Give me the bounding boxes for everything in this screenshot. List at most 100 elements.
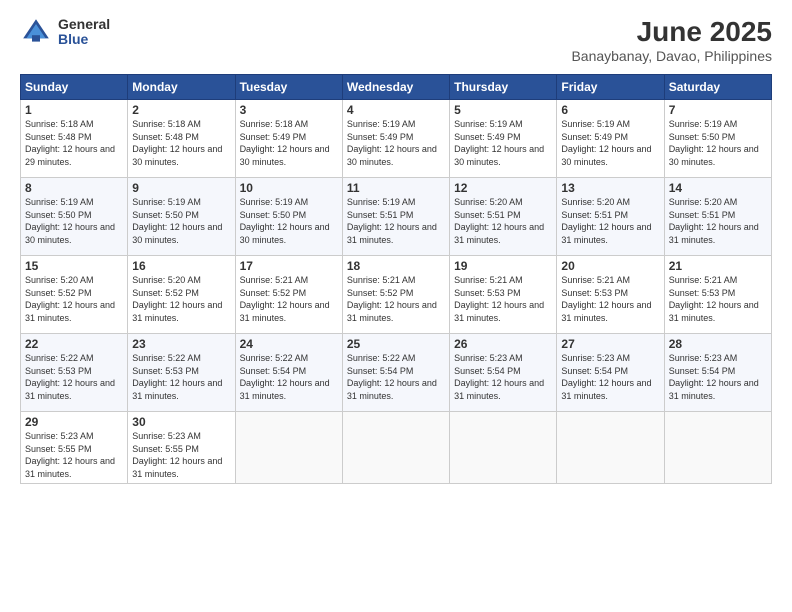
day-info: Sunrise: 5:23 AMSunset: 5:55 PMDaylight:… [25,430,123,480]
day-info: Sunrise: 5:20 AMSunset: 5:51 PMDaylight:… [454,196,552,246]
calendar-week-3: 15 Sunrise: 5:20 AMSunset: 5:52 PMDaylig… [21,256,772,334]
calendar-cell [557,412,664,484]
calendar-cell: 19 Sunrise: 5:21 AMSunset: 5:53 PMDaylig… [450,256,557,334]
calendar-table: Sunday Monday Tuesday Wednesday Thursday… [20,74,772,484]
calendar-cell: 13 Sunrise: 5:20 AMSunset: 5:51 PMDaylig… [557,178,664,256]
title-block: June 2025 Banaybanay, Davao, Philippines [571,16,772,64]
day-number: 16 [132,259,230,273]
day-number: 8 [25,181,123,195]
day-number: 3 [240,103,338,117]
header-row: Sunday Monday Tuesday Wednesday Thursday… [21,75,772,100]
page: General Blue June 2025 Banaybanay, Davao… [0,0,792,612]
logo-icon [20,16,52,48]
calendar-cell: 27 Sunrise: 5:23 AMSunset: 5:54 PMDaylig… [557,334,664,412]
day-number: 12 [454,181,552,195]
day-info: Sunrise: 5:22 AMSunset: 5:53 PMDaylight:… [25,352,123,402]
day-info: Sunrise: 5:18 AMSunset: 5:49 PMDaylight:… [240,118,338,168]
calendar-cell [235,412,342,484]
day-info: Sunrise: 5:21 AMSunset: 5:52 PMDaylight:… [240,274,338,324]
calendar-cell: 28 Sunrise: 5:23 AMSunset: 5:54 PMDaylig… [664,334,771,412]
calendar-cell: 17 Sunrise: 5:21 AMSunset: 5:52 PMDaylig… [235,256,342,334]
day-info: Sunrise: 5:21 AMSunset: 5:52 PMDaylight:… [347,274,445,324]
day-info: Sunrise: 5:20 AMSunset: 5:52 PMDaylight:… [132,274,230,324]
calendar-subtitle: Banaybanay, Davao, Philippines [571,48,772,64]
logo: General Blue [20,16,110,48]
logo-general: General [58,17,110,32]
calendar-week-1: 1 Sunrise: 5:18 AMSunset: 5:48 PMDayligh… [21,100,772,178]
day-info: Sunrise: 5:19 AMSunset: 5:50 PMDaylight:… [669,118,767,168]
day-number: 23 [132,337,230,351]
day-number: 7 [669,103,767,117]
calendar-cell: 12 Sunrise: 5:20 AMSunset: 5:51 PMDaylig… [450,178,557,256]
day-info: Sunrise: 5:19 AMSunset: 5:49 PMDaylight:… [454,118,552,168]
day-number: 9 [132,181,230,195]
calendar-cell: 1 Sunrise: 5:18 AMSunset: 5:48 PMDayligh… [21,100,128,178]
day-number: 13 [561,181,659,195]
calendar-cell: 4 Sunrise: 5:19 AMSunset: 5:49 PMDayligh… [342,100,449,178]
day-info: Sunrise: 5:20 AMSunset: 5:51 PMDaylight:… [561,196,659,246]
logo-blue: Blue [58,32,110,47]
day-info: Sunrise: 5:20 AMSunset: 5:51 PMDaylight:… [669,196,767,246]
calendar-cell: 26 Sunrise: 5:23 AMSunset: 5:54 PMDaylig… [450,334,557,412]
calendar-cell: 10 Sunrise: 5:19 AMSunset: 5:50 PMDaylig… [235,178,342,256]
calendar-cell: 8 Sunrise: 5:19 AMSunset: 5:50 PMDayligh… [21,178,128,256]
day-info: Sunrise: 5:19 AMSunset: 5:51 PMDaylight:… [347,196,445,246]
calendar-cell: 5 Sunrise: 5:19 AMSunset: 5:49 PMDayligh… [450,100,557,178]
day-info: Sunrise: 5:22 AMSunset: 5:53 PMDaylight:… [132,352,230,402]
day-info: Sunrise: 5:23 AMSunset: 5:55 PMDaylight:… [132,430,230,480]
header: General Blue June 2025 Banaybanay, Davao… [20,16,772,64]
day-number: 10 [240,181,338,195]
day-info: Sunrise: 5:21 AMSunset: 5:53 PMDaylight:… [454,274,552,324]
day-info: Sunrise: 5:21 AMSunset: 5:53 PMDaylight:… [669,274,767,324]
day-info: Sunrise: 5:23 AMSunset: 5:54 PMDaylight:… [561,352,659,402]
day-number: 4 [347,103,445,117]
calendar-cell [450,412,557,484]
day-info: Sunrise: 5:18 AMSunset: 5:48 PMDaylight:… [132,118,230,168]
calendar-week-5: 29 Sunrise: 5:23 AMSunset: 5:55 PMDaylig… [21,412,772,484]
calendar-cell: 22 Sunrise: 5:22 AMSunset: 5:53 PMDaylig… [21,334,128,412]
calendar-cell [664,412,771,484]
calendar-cell: 21 Sunrise: 5:21 AMSunset: 5:53 PMDaylig… [664,256,771,334]
day-number: 22 [25,337,123,351]
day-number: 14 [669,181,767,195]
day-number: 5 [454,103,552,117]
day-info: Sunrise: 5:22 AMSunset: 5:54 PMDaylight:… [347,352,445,402]
calendar-cell: 24 Sunrise: 5:22 AMSunset: 5:54 PMDaylig… [235,334,342,412]
day-info: Sunrise: 5:19 AMSunset: 5:50 PMDaylight:… [132,196,230,246]
calendar-cell: 29 Sunrise: 5:23 AMSunset: 5:55 PMDaylig… [21,412,128,484]
day-number: 17 [240,259,338,273]
calendar-cell [342,412,449,484]
calendar-cell: 6 Sunrise: 5:19 AMSunset: 5:49 PMDayligh… [557,100,664,178]
col-sunday: Sunday [21,75,128,100]
calendar-cell: 15 Sunrise: 5:20 AMSunset: 5:52 PMDaylig… [21,256,128,334]
day-info: Sunrise: 5:21 AMSunset: 5:53 PMDaylight:… [561,274,659,324]
day-info: Sunrise: 5:19 AMSunset: 5:49 PMDaylight:… [347,118,445,168]
day-info: Sunrise: 5:19 AMSunset: 5:50 PMDaylight:… [240,196,338,246]
day-number: 21 [669,259,767,273]
day-info: Sunrise: 5:20 AMSunset: 5:52 PMDaylight:… [25,274,123,324]
calendar-cell: 7 Sunrise: 5:19 AMSunset: 5:50 PMDayligh… [664,100,771,178]
calendar-cell: 3 Sunrise: 5:18 AMSunset: 5:49 PMDayligh… [235,100,342,178]
calendar-cell: 18 Sunrise: 5:21 AMSunset: 5:52 PMDaylig… [342,256,449,334]
day-number: 11 [347,181,445,195]
day-number: 29 [25,415,123,429]
calendar-cell: 16 Sunrise: 5:20 AMSunset: 5:52 PMDaylig… [128,256,235,334]
day-number: 25 [347,337,445,351]
calendar-cell: 30 Sunrise: 5:23 AMSunset: 5:55 PMDaylig… [128,412,235,484]
day-info: Sunrise: 5:22 AMSunset: 5:54 PMDaylight:… [240,352,338,402]
calendar-cell: 2 Sunrise: 5:18 AMSunset: 5:48 PMDayligh… [128,100,235,178]
col-friday: Friday [557,75,664,100]
day-number: 28 [669,337,767,351]
calendar-cell: 11 Sunrise: 5:19 AMSunset: 5:51 PMDaylig… [342,178,449,256]
col-wednesday: Wednesday [342,75,449,100]
day-info: Sunrise: 5:23 AMSunset: 5:54 PMDaylight:… [669,352,767,402]
day-info: Sunrise: 5:18 AMSunset: 5:48 PMDaylight:… [25,118,123,168]
col-monday: Monday [128,75,235,100]
day-number: 18 [347,259,445,273]
day-number: 27 [561,337,659,351]
day-number: 6 [561,103,659,117]
calendar-cell: 14 Sunrise: 5:20 AMSunset: 5:51 PMDaylig… [664,178,771,256]
col-thursday: Thursday [450,75,557,100]
calendar-cell: 25 Sunrise: 5:22 AMSunset: 5:54 PMDaylig… [342,334,449,412]
day-number: 30 [132,415,230,429]
